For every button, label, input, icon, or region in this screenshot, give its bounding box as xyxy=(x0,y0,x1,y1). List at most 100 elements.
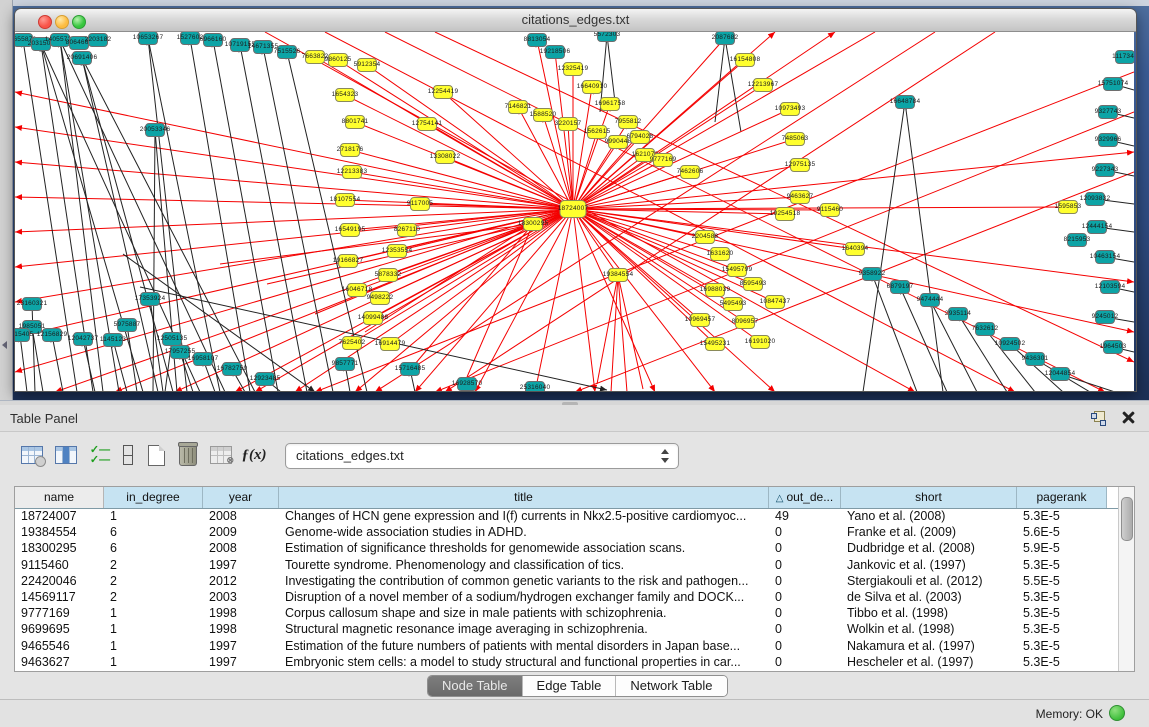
table-row[interactable]: 946554611997Estimation of the future num… xyxy=(15,638,1119,654)
graph-node[interactable] xyxy=(138,32,158,45)
table-cell[interactable]: Wolkin et al. (1998) xyxy=(841,621,1017,637)
table-cell[interactable]: 18300295 xyxy=(15,540,104,556)
graph-node[interactable] xyxy=(50,33,70,47)
table-row[interactable]: 1872400712008Changes of HCN gene express… xyxy=(15,508,1119,524)
table-cell[interactable]: 1998 xyxy=(203,621,279,637)
edge[interactable] xyxy=(82,58,173,391)
table-cell[interactable]: 22420046 xyxy=(15,573,104,589)
table-row[interactable]: 2242004622012Investigating the contribut… xyxy=(15,573,1119,589)
table-cell[interactable]: Disruption of a novel member of a sodium… xyxy=(279,589,769,605)
graph-node[interactable] xyxy=(597,32,617,42)
selected-edge[interactable] xyxy=(573,109,790,209)
graph-node[interactable] xyxy=(340,143,360,157)
selected-edge[interactable] xyxy=(573,209,1134,332)
table-cell[interactable]: Yano et al. (2008) xyxy=(841,508,1017,524)
graph-node[interactable] xyxy=(1098,133,1118,147)
graph-node[interactable] xyxy=(1115,50,1134,64)
table-select-dropdown[interactable]: citations_edges.txt xyxy=(285,443,679,469)
graph-node[interactable] xyxy=(705,283,725,297)
table-cell[interactable]: 0 xyxy=(769,540,841,556)
edge[interactable] xyxy=(20,335,27,391)
selected-edge[interactable] xyxy=(573,209,775,391)
table-cell[interactable]: 5.3E-5 xyxy=(1017,508,1107,524)
memory-status-dot[interactable] xyxy=(1109,705,1125,721)
table-cell[interactable]: 2 xyxy=(104,589,203,605)
selected-edge[interactable] xyxy=(375,32,935,391)
graph-node[interactable] xyxy=(22,297,42,311)
graph-node[interactable] xyxy=(1067,233,1087,247)
table-cell[interactable]: Embryonic stem cells: a model to study s… xyxy=(279,654,769,670)
graph-node[interactable] xyxy=(335,357,355,371)
graph-node[interactable] xyxy=(435,150,455,164)
table-cell[interactable]: 2008 xyxy=(203,508,279,524)
graph-node[interactable] xyxy=(920,293,940,307)
graph-node[interactable] xyxy=(338,254,358,268)
graph-node[interactable] xyxy=(342,165,362,179)
edge[interactable] xyxy=(32,304,35,391)
graph-node[interactable] xyxy=(335,88,355,102)
graph-node[interactable] xyxy=(72,51,92,65)
selected-edge[interactable] xyxy=(427,124,573,209)
graph-node[interactable] xyxy=(890,280,910,294)
table-cell[interactable]: Dudbridge et al. (2008) xyxy=(841,540,1017,556)
graph-node[interactable] xyxy=(845,242,865,256)
graph-node[interactable] xyxy=(1095,163,1115,177)
graph-node[interactable] xyxy=(180,32,200,45)
table-cell[interactable]: 1 xyxy=(104,605,203,621)
column-header-pagerank[interactable]: pagerank xyxy=(1017,487,1107,508)
float-panel-icon[interactable] xyxy=(1091,411,1105,424)
graph-node[interactable] xyxy=(735,315,755,329)
graph-node[interactable] xyxy=(862,267,882,281)
table-cell[interactable]: 14569117 xyxy=(15,589,104,605)
graph-node[interactable] xyxy=(162,332,182,346)
selected-edge[interactable] xyxy=(338,60,573,209)
graph-node[interactable] xyxy=(735,53,755,67)
graph-node[interactable] xyxy=(15,328,30,342)
table-cell[interactable]: Franke et al. (2009) xyxy=(841,524,1017,540)
table-cell[interactable]: 1997 xyxy=(203,557,279,573)
graph-node[interactable] xyxy=(508,100,528,114)
selected-edge[interactable] xyxy=(573,209,715,391)
graph-node[interactable] xyxy=(790,190,810,204)
table-cell[interactable]: 1 xyxy=(104,638,203,654)
selected-edge[interactable] xyxy=(15,209,573,267)
function-builder-icon[interactable]: ƒ(x) xyxy=(240,441,268,469)
graph-node[interactable] xyxy=(417,117,437,131)
table-cell[interactable]: 5.3E-5 xyxy=(1017,605,1107,621)
network-view-window[interactable]: citations_edges.txt 16558722031506140557… xyxy=(14,8,1137,392)
graph-node[interactable] xyxy=(705,337,725,351)
graph-node[interactable] xyxy=(790,158,810,172)
table-cell[interactable]: Genome-wide association studies in ADHD. xyxy=(279,524,769,540)
collapse-panel-arrow-icon[interactable] xyxy=(2,341,7,349)
graph-node[interactable] xyxy=(820,203,840,217)
table-cell[interactable]: 9699695 xyxy=(15,621,104,637)
new-table-icon[interactable] xyxy=(142,441,170,469)
graph-node[interactable] xyxy=(73,332,93,346)
selected-edge[interactable] xyxy=(573,38,725,209)
graph-node[interactable] xyxy=(895,95,915,109)
table-cell[interactable]: 5.3E-5 xyxy=(1017,621,1107,637)
graph-node[interactable] xyxy=(527,33,547,47)
graph-node[interactable] xyxy=(340,223,360,237)
table-cell[interactable]: 5.3E-5 xyxy=(1017,557,1107,573)
graph-node[interactable] xyxy=(608,268,628,282)
table-cell[interactable]: 0 xyxy=(769,557,841,573)
edge[interactable] xyxy=(213,40,278,391)
graph-node[interactable] xyxy=(618,115,638,129)
graph-node[interactable] xyxy=(690,313,710,327)
graph-node[interactable] xyxy=(710,247,730,261)
selected-edge[interactable] xyxy=(435,112,1134,391)
graph-node[interactable] xyxy=(253,40,273,54)
column-header-in_degree[interactable]: in_degree xyxy=(104,487,203,508)
graph-node[interactable] xyxy=(582,80,602,94)
table-row[interactable]: 1830029562008Estimation of significance … xyxy=(15,540,1119,556)
graph-node[interactable] xyxy=(695,230,715,244)
selected-edge[interactable] xyxy=(573,209,700,320)
table-cell[interactable]: 1 xyxy=(104,654,203,670)
tab-node-table[interactable]: Node Table xyxy=(428,676,523,696)
table-cell[interactable]: 0 xyxy=(769,605,841,621)
graph-node[interactable] xyxy=(433,85,453,99)
scrollbar-thumb[interactable] xyxy=(1121,497,1133,541)
graph-node[interactable] xyxy=(653,153,673,167)
graph-node[interactable] xyxy=(715,32,735,45)
